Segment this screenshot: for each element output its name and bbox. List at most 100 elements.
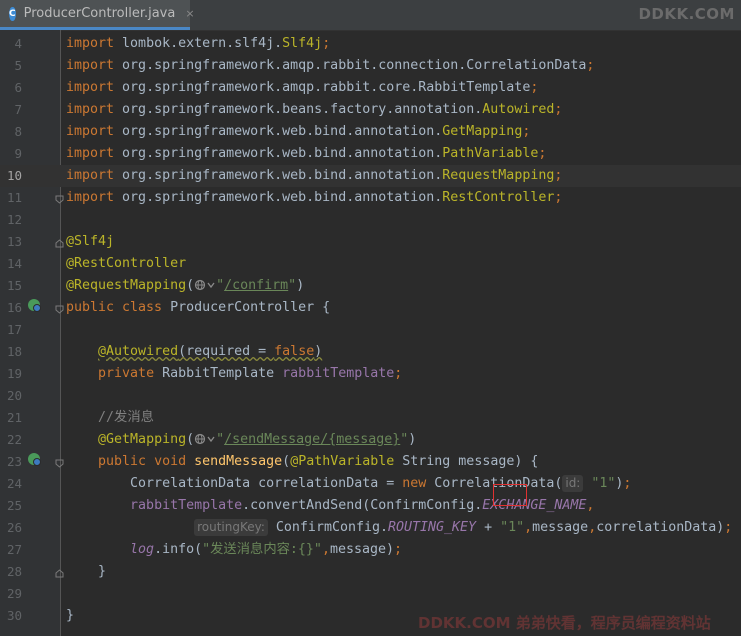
code-token: import xyxy=(66,58,123,73)
code-token: } xyxy=(66,564,107,579)
code-line[interactable]: 21 //发消息 xyxy=(0,407,741,429)
code-token: import xyxy=(66,80,123,95)
fold-icon[interactable] xyxy=(55,305,64,314)
code-line[interactable]: 29 xyxy=(0,583,741,605)
code-token: log xyxy=(130,542,155,557)
line-number: 28 xyxy=(6,564,22,579)
code-line[interactable]: 15 @RequestMapping("/confirm") xyxy=(0,275,741,297)
code-token: ; xyxy=(394,542,403,557)
fold-icon[interactable] xyxy=(55,569,64,578)
code-line[interactable]: 9 import org.springframework.web.bind.ann… xyxy=(0,143,741,165)
fold-icon[interactable] xyxy=(55,459,64,468)
line-number: 8 xyxy=(14,124,22,139)
code-text: CorrelationData correlationData = new Co… xyxy=(66,473,631,495)
code-text: import org.springframework.beans.factory… xyxy=(66,99,562,121)
line-number: 9 xyxy=(14,146,22,161)
code-text: import org.springframework.web.bind.anno… xyxy=(66,121,530,143)
code-token: message) xyxy=(329,542,394,557)
code-text: import org.springframework.amqp.rabbit.c… xyxy=(66,55,594,77)
code-line[interactable]: 25 rabbitTemplate.convertAndSend(Confirm… xyxy=(0,495,741,517)
code-line[interactable]: 19 private RabbitTemplate rabbitTemplate… xyxy=(0,363,741,385)
url-hint-icon[interactable] xyxy=(194,278,216,292)
code-line[interactable]: 4 import lombok.extern.slf4j.Slf4j; xyxy=(0,33,741,55)
code-token: PathVariable xyxy=(442,146,539,161)
code-text: @Autowired(required = false) xyxy=(66,341,322,363)
fold-icon[interactable] xyxy=(55,239,64,248)
spring-bean-icon[interactable] xyxy=(27,298,41,312)
code-line[interactable]: 23 public void sendMessage(@PathVariable… xyxy=(0,451,741,473)
code-line[interactable]: 27 log.info("发送消息内容:{}",message); xyxy=(0,539,741,561)
code-text: routingKey: ConfirmConfig.ROUTING_KEY + … xyxy=(66,517,732,539)
code-text: @GetMapping("/sendMessage/{message}") xyxy=(66,429,416,451)
code-token: Slf4j xyxy=(282,36,323,51)
code-line[interactable]: 20 xyxy=(0,385,741,407)
fold-icon[interactable] xyxy=(55,195,64,204)
code-token: correlationData) xyxy=(596,520,725,535)
code-token: org.springframework.web.bind.annotation. xyxy=(122,190,443,205)
code-line[interactable]: 16 public class ProducerController { xyxy=(0,297,741,319)
spring-endpoint-icon[interactable] xyxy=(27,452,41,466)
code-token: org.springframework.web.bind.annotation. xyxy=(122,168,443,183)
code-token: ) xyxy=(408,432,417,447)
code-line[interactable]: 14 @RestController xyxy=(0,253,741,275)
code-line[interactable]: 18 @Autowired(required = false) xyxy=(0,341,741,363)
code-token: ) xyxy=(314,344,323,359)
code-token: , xyxy=(588,520,597,535)
watermark-bottom: DDKK.COM 弟弟快看，程序员编程资料站 xyxy=(418,614,711,632)
code-token: false xyxy=(274,344,315,359)
code-token: @RequestMapping xyxy=(66,278,187,293)
parameter-hint: routingKey: xyxy=(194,519,268,536)
code-line[interactable]: 28 } xyxy=(0,561,741,583)
line-number: 21 xyxy=(6,410,22,425)
line-number: 20 xyxy=(6,388,22,403)
code-token: ProducerController { xyxy=(170,300,331,315)
line-number: 27 xyxy=(6,542,22,557)
code-line[interactable]: 13 @Slf4j xyxy=(0,231,741,253)
line-number: 29 xyxy=(6,586,22,601)
code-token: ( xyxy=(186,432,195,447)
code-editor[interactable]: 4 import lombok.extern.slf4j.Slf4j; 5 impor… xyxy=(0,30,741,636)
code-line[interactable]: 6 import org.springframework.amqp.rabbit.… xyxy=(0,77,741,99)
line-number: 5 xyxy=(14,58,22,73)
code-token: } xyxy=(66,608,75,623)
code-line[interactable]: 8 import org.springframework.web.bind.ann… xyxy=(0,121,741,143)
code-line[interactable]: 22 @GetMapping("/sendMessage/{message}") xyxy=(0,429,741,451)
code-token: message xyxy=(532,520,589,535)
code-token: @RestController xyxy=(66,256,187,271)
highlight-box xyxy=(493,484,527,506)
tab-filename: ProducerController.java xyxy=(23,6,176,21)
close-tab-icon[interactable]: × xyxy=(185,7,194,20)
code-token: public class xyxy=(66,300,171,315)
code-token: /confirm xyxy=(224,278,289,293)
line-number: 26 xyxy=(6,520,22,535)
code-line[interactable]: 12 xyxy=(0,209,741,231)
code-line[interactable]: 10 import org.springframework.web.bind.an… xyxy=(0,165,741,187)
code-line[interactable]: 17 xyxy=(0,319,741,341)
code-line[interactable]: 24 CorrelationData correlationData = new… xyxy=(0,473,741,495)
code-token: import xyxy=(66,146,123,161)
line-number: 10 xyxy=(6,168,22,183)
code-text: log.info("发送消息内容:{}",message); xyxy=(66,539,402,561)
code-token: import xyxy=(66,168,123,183)
url-hint-icon[interactable] xyxy=(194,432,216,446)
code-token: "发送消息内容:{}" xyxy=(202,542,322,557)
java-class-icon: C xyxy=(9,6,16,21)
code-token: ; xyxy=(724,520,733,535)
line-number: 22 xyxy=(6,432,22,447)
code-line[interactable]: 26 routingKey: ConfirmConfig.ROUTING_KEY… xyxy=(0,517,741,539)
code-line[interactable]: 11 import org.springframework.web.bind.an… xyxy=(0,187,741,209)
line-number: 11 xyxy=(6,190,22,205)
code-token: , xyxy=(321,542,330,557)
code-token: org.springframework.amqp.rabbit.core.Rab… xyxy=(122,80,531,95)
tab-producer-controller[interactable]: C ProducerController.java × xyxy=(0,0,195,30)
code-line[interactable]: 7 import org.springframework.beans.factor… xyxy=(0,99,741,121)
line-number: 30 xyxy=(6,608,22,623)
code-line[interactable]: 5 import org.springframework.amqp.rabbit.… xyxy=(0,55,741,77)
code-token: RequestMapping xyxy=(442,168,555,183)
code-token: GetMapping xyxy=(442,124,523,139)
code-token: RabbitTemplate xyxy=(162,366,283,381)
line-number: 25 xyxy=(6,498,22,513)
